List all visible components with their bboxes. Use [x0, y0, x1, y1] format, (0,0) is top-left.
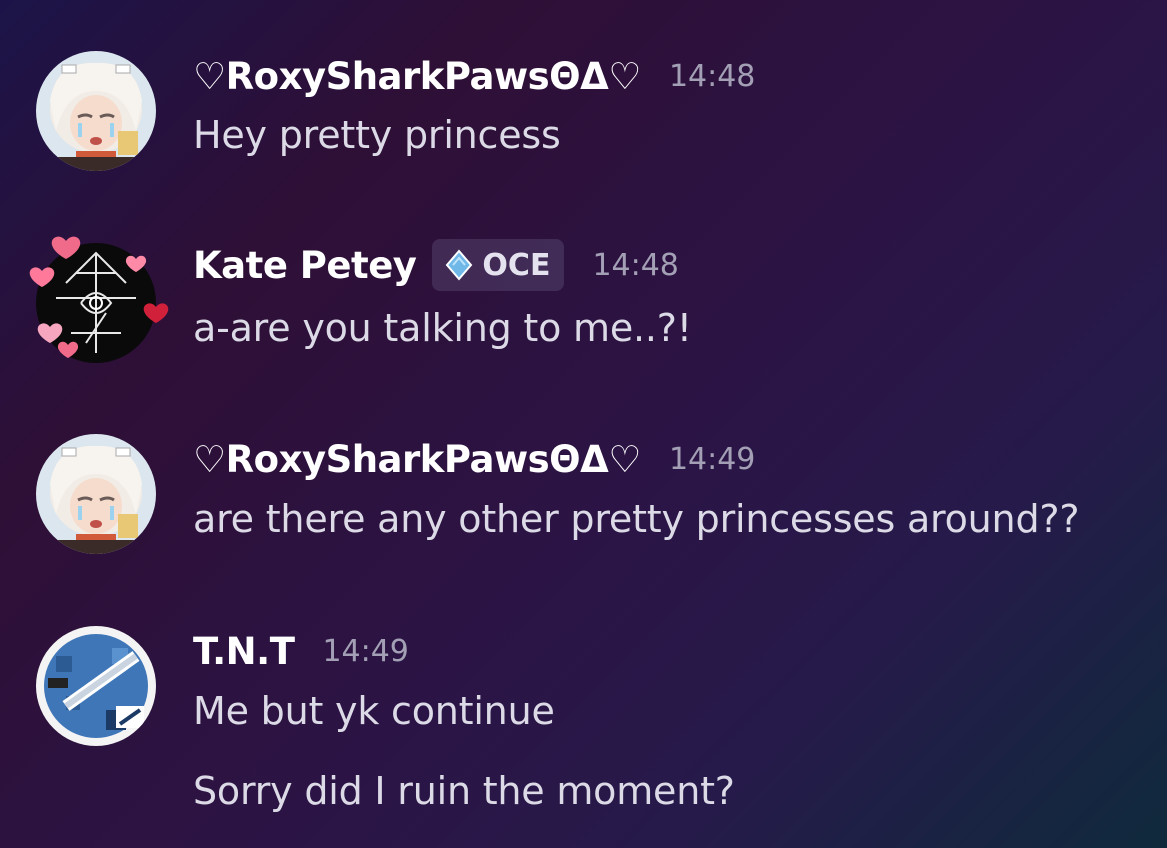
user-avatar[interactable]: [29, 236, 169, 363]
message-text: are there any other pretty princesses ar…: [193, 497, 1080, 541]
username[interactable]: ♡RoxySharkPawsΘΔ♡: [193, 438, 641, 481]
message-text: Sorry did I ruin the moment?: [193, 769, 735, 813]
timestamp[interactable]: 14:49: [669, 442, 755, 477]
timestamp[interactable]: 14:49: [322, 634, 408, 669]
user-avatar[interactable]: [36, 51, 156, 171]
username[interactable]: T.N.T: [193, 630, 295, 673]
badge-label: OCE: [482, 247, 551, 283]
avatar-image: [36, 626, 156, 746]
avatar-image: [36, 51, 156, 171]
user-avatar[interactable]: [36, 626, 156, 746]
avatar-image: [29, 236, 169, 363]
username[interactable]: Kate Petey: [193, 244, 417, 287]
user-avatar[interactable]: [36, 434, 156, 554]
avatar-image: [36, 434, 156, 554]
message-header: Kate Petey OCE 14:48: [193, 238, 679, 292]
water-drop-icon: [442, 248, 476, 282]
message-text: Me but yk continue: [193, 689, 555, 733]
server-tag-badge[interactable]: OCE: [432, 239, 565, 291]
timestamp[interactable]: 14:48: [592, 248, 678, 283]
message-header: ♡RoxySharkPawsΘΔ♡ 14:48: [193, 52, 755, 100]
username[interactable]: ♡RoxySharkPawsΘΔ♡: [193, 55, 641, 98]
message-header: T.N.T 14:49: [193, 627, 409, 675]
message-header: ♡RoxySharkPawsΘΔ♡ 14:49: [193, 435, 755, 483]
message-text: a-are you talking to me..?!: [193, 306, 692, 350]
message-text: Hey pretty princess: [193, 113, 561, 157]
timestamp[interactable]: 14:48: [669, 59, 755, 94]
